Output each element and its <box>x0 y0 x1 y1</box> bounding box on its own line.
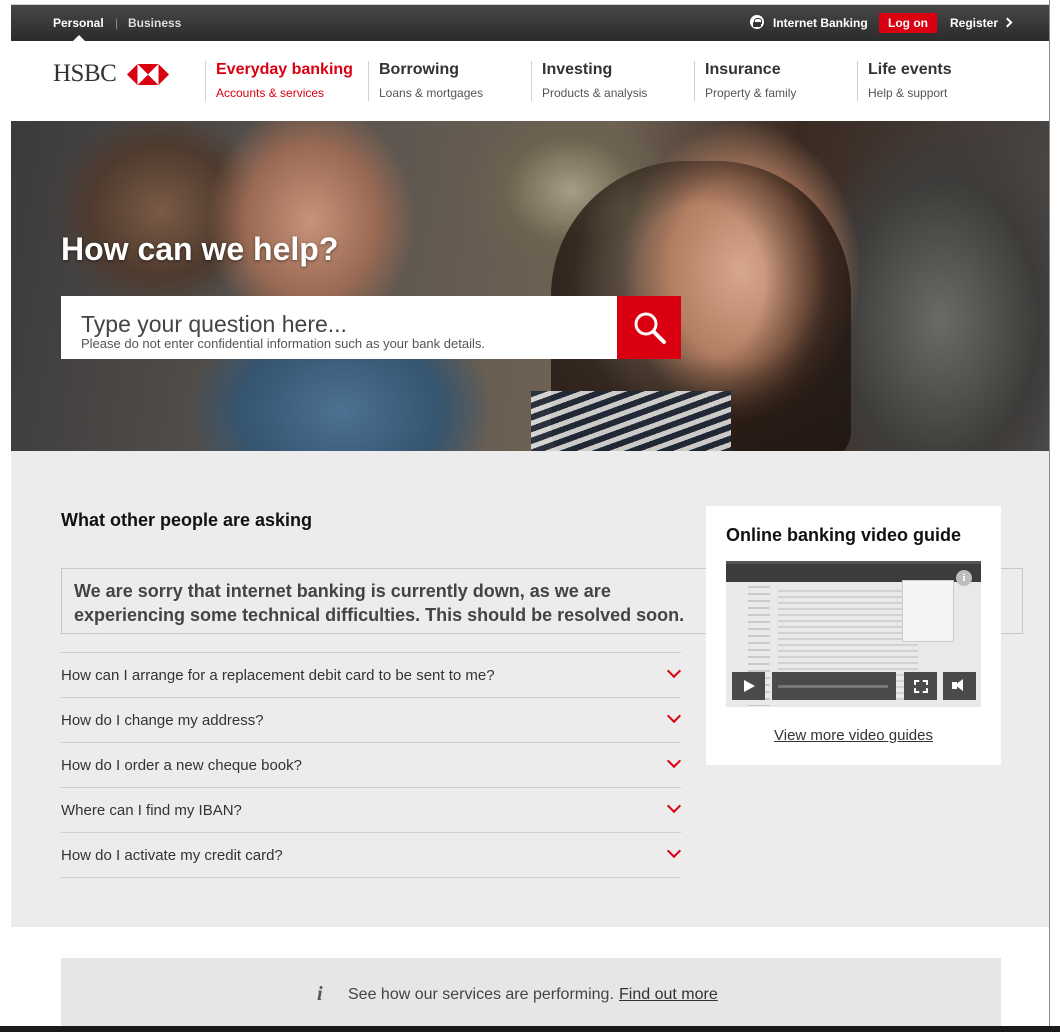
logo-wordmark: HSBC <box>53 60 117 87</box>
chevron-down-icon <box>666 753 682 769</box>
faq-list: How can I arrange for a replacement debi… <box>61 652 682 878</box>
chevron-down-icon <box>666 708 682 724</box>
nav-title: Life events <box>868 61 952 78</box>
faq-question: How do I change my address? <box>61 712 264 729</box>
info-icon[interactable]: i <box>956 570 972 586</box>
chevron-right-icon <box>1002 17 1013 28</box>
faq-question: Where can I find my IBAN? <box>61 802 242 819</box>
hero-banner: How can we help? Please do not enter con… <box>11 121 1049 451</box>
search-icon <box>634 312 666 344</box>
log-on-button[interactable]: Log on <box>879 13 937 33</box>
info-icon: i <box>317 983 323 1005</box>
video-progress-bar[interactable] <box>772 672 896 700</box>
segment-personal[interactable]: Personal <box>53 16 104 30</box>
faq-item[interactable]: How do I activate my credit card? <box>61 832 682 878</box>
window-bottom-edge <box>0 1026 1060 1032</box>
nav-title: Investing <box>542 61 613 78</box>
hero-title: How can we help? <box>61 231 339 267</box>
nav-title: Insurance <box>705 61 781 78</box>
hexagon-logo-icon <box>127 64 169 85</box>
fullscreen-button[interactable] <box>904 672 937 700</box>
page: Personal | Business Internet Banking Log… <box>11 5 1049 1026</box>
asking-title: What other people are asking <box>61 510 313 530</box>
video-thumbnail-panel <box>902 580 954 642</box>
nav-life-events[interactable]: Life events Help & support <box>857 61 952 101</box>
nav-subtitle: Property & family <box>705 86 797 100</box>
video-guide-title: Online banking video guide <box>726 525 962 545</box>
nav-everyday-banking[interactable]: Everyday banking Accounts & services <box>205 61 353 101</box>
chevron-down-icon <box>666 798 682 814</box>
video-guide-card: Online banking video guide i View more v… <box>706 506 1001 765</box>
play-button[interactable] <box>732 672 765 700</box>
faq-item[interactable]: Where can I find my IBAN? <box>61 787 682 832</box>
nav-subtitle: Products & analysis <box>542 86 648 100</box>
segment-business[interactable]: Business <box>128 16 181 30</box>
main-header: HSBC Everyday banking Accounts & service… <box>11 41 1049 121</box>
internet-banking-label[interactable]: Internet Banking <box>773 16 868 30</box>
lock-icon <box>750 15 764 29</box>
nav-subtitle: Loans & mortgages <box>379 86 484 100</box>
window-left-edge <box>0 0 10 1032</box>
search-hint: Please do not enter confidential informa… <box>81 336 485 351</box>
nav-subtitle: Help & support <box>868 86 948 100</box>
outage-notice-text: We are sorry that internet banking is cu… <box>74 581 685 625</box>
nav-borrowing[interactable]: Borrowing Loans & mortgages <box>368 61 483 101</box>
register-link[interactable]: Register <box>950 16 998 30</box>
faq-item[interactable]: How do I change my address? <box>61 697 682 742</box>
view-more-videos-link[interactable]: View more video guides <box>706 727 1001 744</box>
faq-item[interactable]: How can I arrange for a replacement debi… <box>61 652 682 697</box>
help-content: What other people are asking We are sorr… <box>11 451 1049 927</box>
chevron-down-icon <box>666 843 682 859</box>
window-right-edge <box>1049 0 1060 1032</box>
nav-investing[interactable]: Investing Products & analysis <box>531 61 647 101</box>
nav-subtitle: Accounts & services <box>216 86 325 100</box>
video-player[interactable]: i <box>726 561 981 707</box>
find-out-more-link[interactable]: Find out more <box>619 986 718 1004</box>
volume-button[interactable] <box>943 672 976 700</box>
faq-item[interactable]: How do I order a new cheque book? <box>61 742 682 787</box>
nav-title: Everyday banking <box>216 61 353 78</box>
search-box: Please do not enter confidential informa… <box>61 296 621 359</box>
service-status-panel: i See how our services are performing. F… <box>61 958 1001 1026</box>
service-status-section: i See how our services are performing. F… <box>11 927 1049 1026</box>
search-button[interactable] <box>617 296 681 359</box>
top-bar: Personal | Business Internet Banking Log… <box>11 5 1049 41</box>
faq-question: How do I order a new cheque book? <box>61 757 302 774</box>
segment-divider: | <box>115 16 119 30</box>
hero-photo-stripes <box>531 391 731 451</box>
faq-question: How can I arrange for a replacement debi… <box>61 667 495 684</box>
nav-insurance[interactable]: Insurance Property & family <box>694 61 796 101</box>
nav-title: Borrowing <box>379 61 459 78</box>
service-status-text: See how our services are performing. <box>348 986 614 1003</box>
chevron-down-icon <box>666 663 682 679</box>
faq-question: How do I activate my credit card? <box>61 847 283 864</box>
